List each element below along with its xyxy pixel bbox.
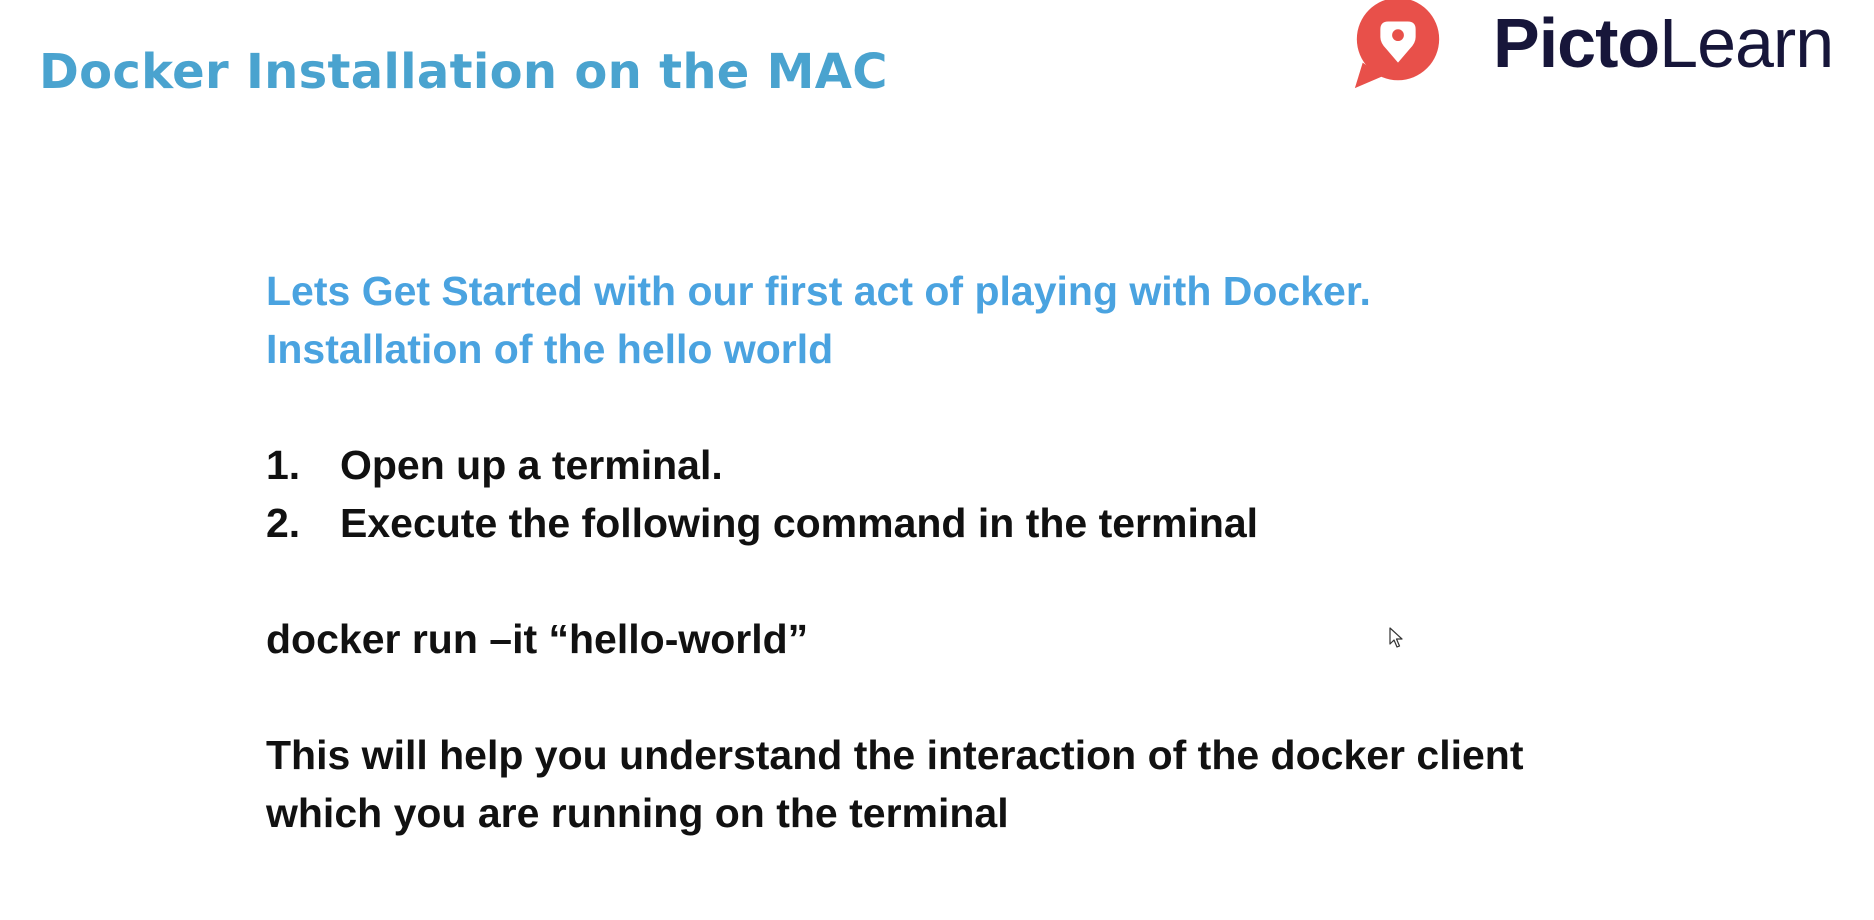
summary-line: which you are running on the terminal xyxy=(266,790,1009,836)
steps-list: 1. Open up a terminal. 2. Execute the fo… xyxy=(266,436,1666,552)
slide-content: Lets Get Started with our first act of p… xyxy=(266,262,1666,842)
logo-wordmark-bold: Picto xyxy=(1493,4,1660,82)
pictolearn-logo: PictoLearn xyxy=(1349,0,1834,96)
step-text: Execute the following command in the ter… xyxy=(340,500,1259,546)
step-item: 1. Open up a terminal. xyxy=(266,436,1666,494)
summary-line: This will help you understand the intera… xyxy=(266,732,1524,778)
step-number: 2. xyxy=(266,500,301,546)
step-number: 1. xyxy=(266,442,301,488)
mouse-pointer-icon xyxy=(1389,627,1403,648)
logo-wordmark-light: Learn xyxy=(1659,4,1834,82)
summary-text: This will help you understand the intera… xyxy=(266,726,1666,842)
docker-command: docker run –it “hello-world” xyxy=(266,616,809,662)
intro-line: Lets Get Started with our first act of p… xyxy=(266,268,1371,314)
map-pin-logo-icon xyxy=(1354,0,1440,89)
slide-title: Docker Installation on the MAC xyxy=(39,44,888,100)
logo-wordmark: PictoLearn xyxy=(1493,8,1834,78)
step-item: 2. Execute the following command in the … xyxy=(266,494,1666,552)
slide: Docker Installation on the MAC PictoLear… xyxy=(0,0,1874,920)
intro-text: Lets Get Started with our first act of p… xyxy=(266,262,1666,378)
step-text: Open up a terminal. xyxy=(340,442,723,488)
intro-line: Installation of the hello world xyxy=(266,326,834,372)
